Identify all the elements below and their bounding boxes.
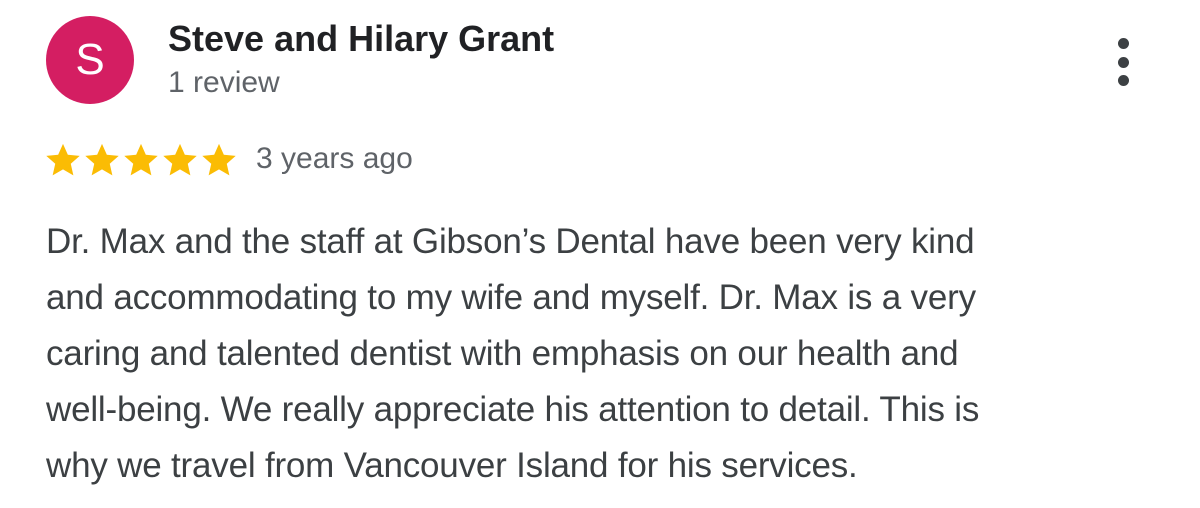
star-icon xyxy=(44,141,82,179)
avatar[interactable]: S xyxy=(46,16,134,104)
review-text-line: well-being. We really appreciate his att… xyxy=(46,390,980,429)
more-vert-icon-dot xyxy=(1117,75,1129,86)
review-card: S Steve and Hilary Grant 1 review 3 year… xyxy=(0,0,1200,508)
review-text-line: caring and talented dentist with emphasi… xyxy=(46,334,959,373)
review-text: Dr. Max and the staff at Gibson’s Dental… xyxy=(46,214,1156,494)
more-vert-icon-dot xyxy=(1117,38,1129,49)
star-rating xyxy=(44,140,239,180)
star-icon xyxy=(200,141,238,179)
review-text-line: why we travel from Vancouver Island for … xyxy=(46,446,858,485)
more-options-button[interactable] xyxy=(1100,34,1146,90)
review-date: 3 years ago xyxy=(256,142,413,175)
review-text-line: Dr. Max and the staff at Gibson’s Dental… xyxy=(46,222,975,261)
reviewer-name[interactable]: Steve and Hilary Grant xyxy=(168,18,554,60)
more-vert-icon-dot xyxy=(1117,56,1129,68)
star-icon xyxy=(161,141,199,179)
review-text-line: and accommodating to my wife and myself.… xyxy=(46,278,976,317)
star-icon xyxy=(122,141,160,179)
star-icon xyxy=(83,141,121,179)
reviewer-review-count: 1 review xyxy=(168,66,280,99)
avatar-initial: S xyxy=(75,35,105,84)
